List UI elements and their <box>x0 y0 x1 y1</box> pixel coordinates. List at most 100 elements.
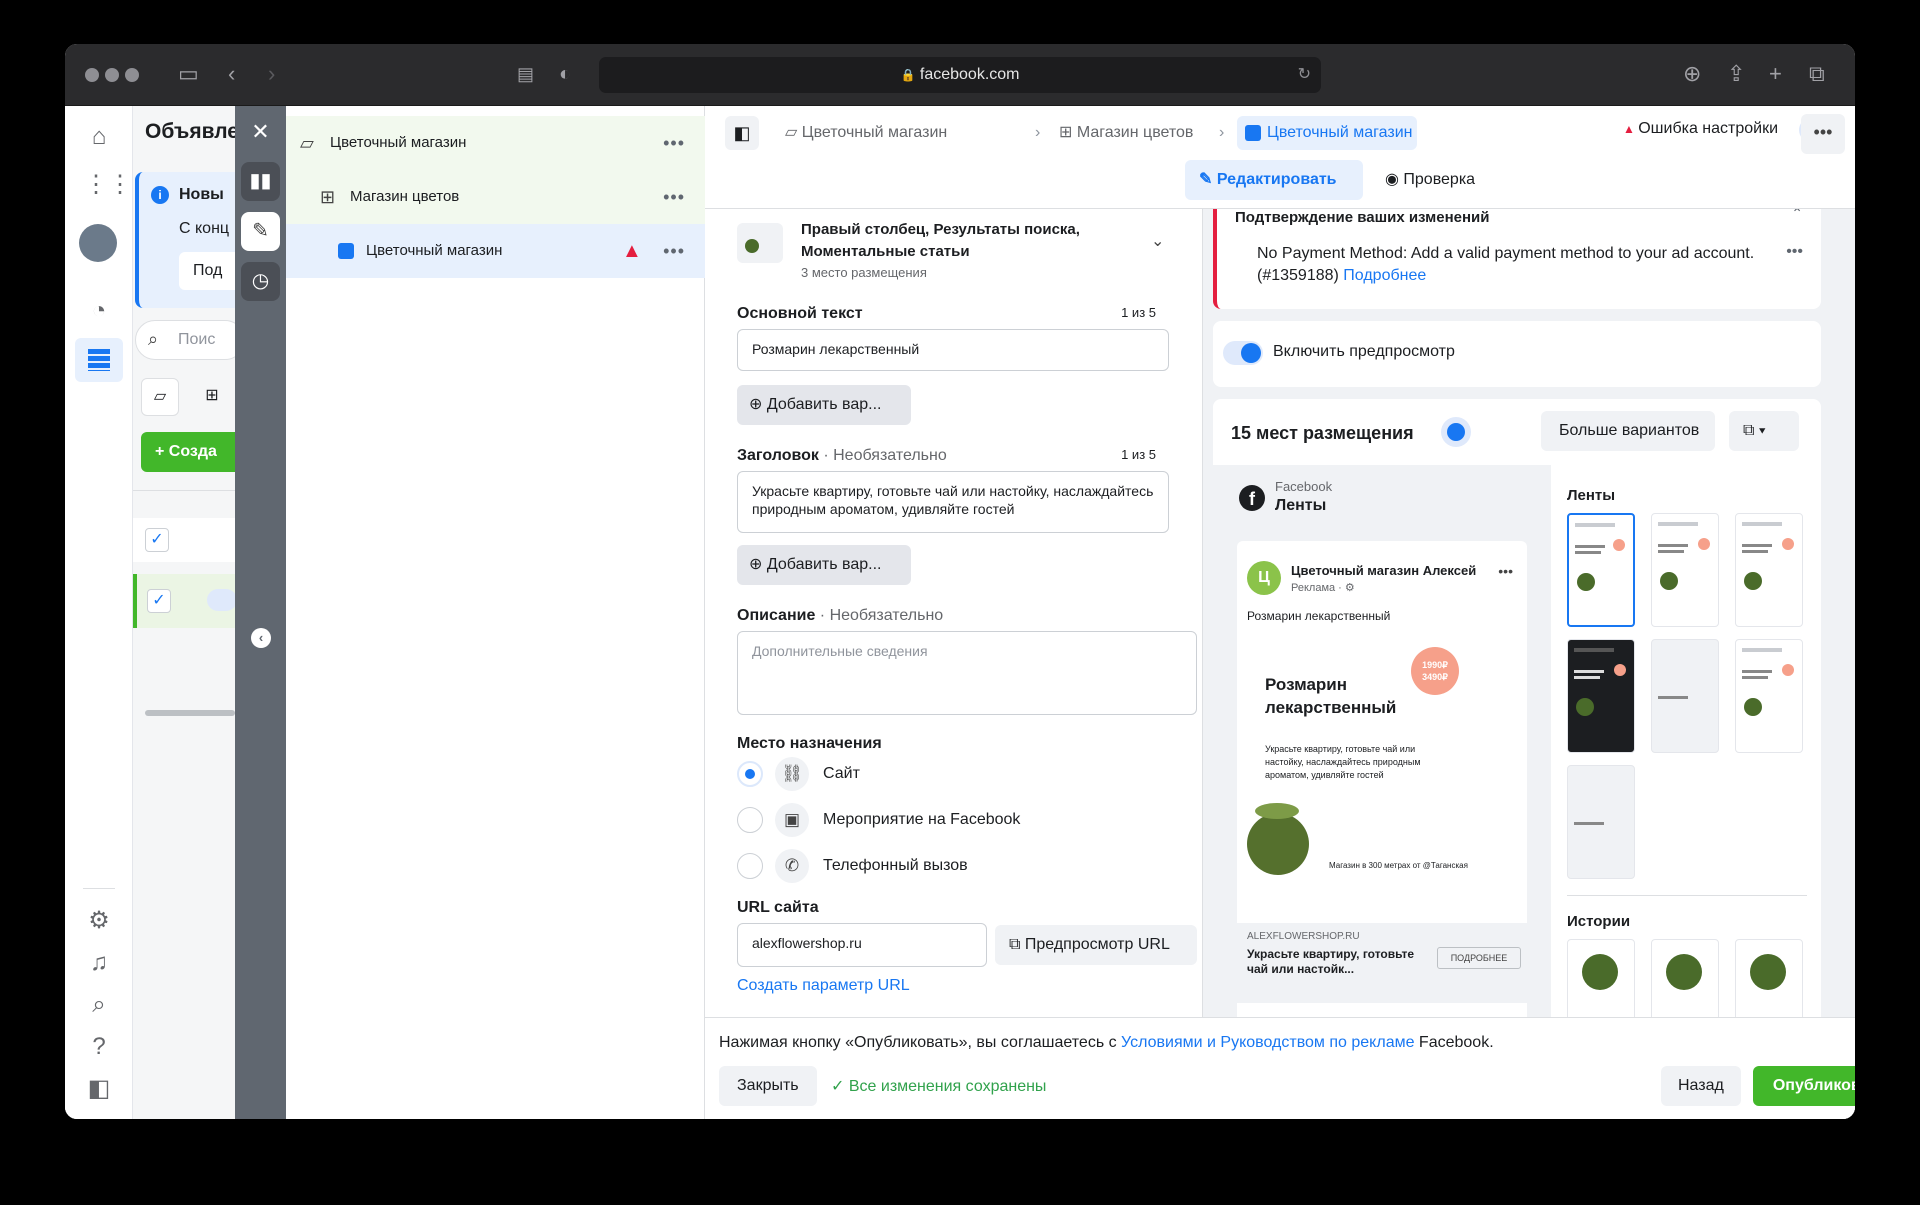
page-title: Объявле <box>145 120 235 143</box>
link-domain: ALEXFLOWERSHOP.RU <box>1247 931 1360 942</box>
more-icon[interactable]: ••• <box>1786 243 1803 261</box>
back-button[interactable]: Назад <box>1661 1066 1741 1106</box>
error-more-link[interactable]: Подробнее <box>1343 267 1426 284</box>
more-variants-button[interactable]: Больше вариантов <box>1541 411 1715 451</box>
more-icon[interactable]: ••• <box>663 224 685 278</box>
window-close-dot[interactable] <box>85 68 99 82</box>
table-row-selected[interactable]: ✓ <box>133 574 235 628</box>
chevron-down-icon[interactable]: ⌄ <box>1151 231 1164 251</box>
publish-button[interactable]: Опубликовать <box>1753 1066 1855 1106</box>
apps-grid-icon[interactable]: ⋮⋮ <box>84 170 132 200</box>
window-minimize-dot[interactable] <box>105 68 119 82</box>
url-preview-button[interactable]: ⧉ Предпросмотр URL <box>995 925 1197 965</box>
reload-icon[interactable]: ↻ <box>1298 57 1311 93</box>
table-row[interactable]: ✓ <box>133 518 235 562</box>
row-checkbox[interactable]: ✓ <box>145 528 169 552</box>
row-toggle[interactable] <box>207 589 235 611</box>
description-input[interactable]: Дополнительные сведения <box>737 631 1197 715</box>
tree-item-ad[interactable]: Цветочный магазин ▲ ••• <box>286 224 705 278</box>
row-checkbox[interactable]: ✓ <box>147 589 171 613</box>
search-icon[interactable]: ⌕ <box>84 990 114 1020</box>
back-icon[interactable]: ‹ <box>228 63 235 85</box>
bell-icon[interactable]: ♫ <box>84 948 114 978</box>
headline-label: Заголовок · Необязательно <box>737 447 947 465</box>
preview-toggle[interactable] <box>1223 341 1263 365</box>
breadcrumb-adset[interactable]: ⊞ Магазин цветов <box>1059 122 1193 144</box>
new-tab-icon[interactable]: + <box>1769 63 1782 85</box>
close-button[interactable]: Закрыть <box>719 1066 817 1106</box>
tab-edit[interactable]: ✎ Редактировать <box>1185 160 1363 200</box>
radio-phone-call[interactable] <box>737 853 763 879</box>
breadcrumb-label: Цветочный магазин <box>1267 124 1413 141</box>
gear-icon[interactable]: ⚙ <box>84 906 114 936</box>
search-input[interactable]: ⌕ Поис <box>135 320 235 360</box>
external-link-icon: ⧉ ▾ <box>1743 422 1766 439</box>
add-headline-variant-button[interactable]: ⊕ Добавить вар... <box>737 545 911 585</box>
placement-thumb-4[interactable] <box>1567 639 1635 753</box>
add-primary-variant-button[interactable]: ⊕ Добавить вар... <box>737 385 911 425</box>
main-preview: f Facebook Ленты Ц Цветочный магазин Але… <box>1213 465 1551 1017</box>
headline-input[interactable]: Украсьте квартиру, готовьте чай или наст… <box>737 471 1169 533</box>
placements-card: 15 мест размещения Больше вариантов ⧉ ▾ … <box>1213 399 1821 1017</box>
story-thumb-3[interactable] <box>1735 939 1803 1017</box>
dashboard-icon[interactable]: ◔ <box>84 296 114 326</box>
placement-thumb-1[interactable] <box>1567 513 1635 627</box>
more-options-button[interactable]: ••• <box>1801 114 1845 154</box>
left-rail: ⌂ ⋮⋮ ◔ ⚙ ♫ ⌕ ? ◧ <box>65 106 133 1119</box>
adset-icon[interactable]: ⊞ <box>193 378 231 416</box>
terms-suffix: Facebook. <box>1414 1034 1494 1051</box>
radio-website[interactable] <box>737 761 763 787</box>
story-thumb-2[interactable] <box>1651 939 1719 1017</box>
panel-toggle-icon[interactable]: ◧ <box>725 116 759 150</box>
sidebar-toggle-icon[interactable]: ▭ <box>178 63 199 85</box>
download-icon[interactable]: ⊕ <box>1683 63 1701 85</box>
shield-icon[interactable]: ◐ <box>559 63 571 85</box>
tree-item-campaign[interactable]: ▱ Цветочный магазин ••• <box>286 116 705 170</box>
url-input[interactable]: alexflowershop.ru <box>737 923 987 967</box>
breadcrumb-ad[interactable]: Цветочный магазин <box>1237 116 1417 150</box>
address-bar[interactable]: 🔒 facebook.com ↻ <box>599 57 1321 93</box>
horizontal-scrollbar[interactable] <box>145 710 235 716</box>
error-title: Подтверждение ваших изменений <box>1235 209 1490 226</box>
home-icon[interactable]: ⌂ <box>84 122 114 152</box>
chart-icon[interactable]: ▮▮ <box>241 162 280 201</box>
placement-thumb-2[interactable] <box>1651 513 1719 627</box>
primary-text-input[interactable]: Розмарин лекарственный <box>737 329 1169 371</box>
placement-thumb-6[interactable] <box>1735 639 1803 753</box>
share-icon[interactable]: ⇪ <box>1727 63 1745 85</box>
tree-item-label: Цветочный магазин <box>366 242 503 259</box>
clock-icon[interactable]: ◷ <box>241 262 280 301</box>
create-url-param-link[interactable]: Создать параметр URL <box>737 977 910 995</box>
ads-manager-nav[interactable] <box>75 338 123 382</box>
forward-icon[interactable]: › <box>268 63 275 85</box>
window-zoom-dot[interactable] <box>125 68 139 82</box>
radio-facebook-event[interactable] <box>737 807 763 833</box>
breadcrumb-label: Цветочный магазин <box>801 124 948 141</box>
extension-icon[interactable]: ▤ <box>517 63 534 85</box>
breadcrumb-campaign[interactable]: ▱ Цветочный магазин <box>785 122 947 144</box>
tree-item-adset[interactable]: ⊞ Магазин цветов ••• <box>286 170 705 224</box>
tabs-overview-icon[interactable]: ⧉ <box>1809 63 1825 85</box>
story-thumb-1[interactable] <box>1567 939 1635 1017</box>
placement-thumb-3[interactable] <box>1735 513 1803 627</box>
collapse-icon[interactable]: ‹ <box>251 628 271 648</box>
placement-thumb-5[interactable] <box>1651 639 1719 753</box>
tab-review[interactable]: ◉ Проверка <box>1385 160 1475 200</box>
placement-thumb-7[interactable] <box>1567 765 1635 879</box>
more-icon[interactable]: ••• <box>663 170 685 224</box>
status-badge[interactable]: ▲ Ошибка настройки <box>1623 120 1778 138</box>
close-icon[interactable]: ✕ <box>241 112 280 151</box>
info-button[interactable]: Под <box>179 252 235 290</box>
create-button[interactable]: + Созда <box>141 432 235 472</box>
primary-text-count: 1 из 5 <box>1121 305 1156 320</box>
more-icon[interactable]: ••• <box>663 116 685 170</box>
panel-icon[interactable]: ◧ <box>84 1074 114 1104</box>
avatar[interactable] <box>79 224 117 262</box>
collapse-icon[interactable]: ⌃ <box>1791 209 1803 222</box>
terms-link[interactable]: Условиями и Руководством по рекламе <box>1121 1034 1414 1051</box>
folder-icon[interactable]: ▱ <box>141 378 179 416</box>
ad-preview-panel: Подтверждение ваших изменений ⌃ No Payme… <box>1203 209 1855 1017</box>
open-preview-button[interactable]: ⧉ ▾ <box>1729 411 1799 451</box>
pencil-icon[interactable]: ✎ <box>241 212 280 251</box>
help-icon[interactable]: ? <box>84 1032 114 1062</box>
